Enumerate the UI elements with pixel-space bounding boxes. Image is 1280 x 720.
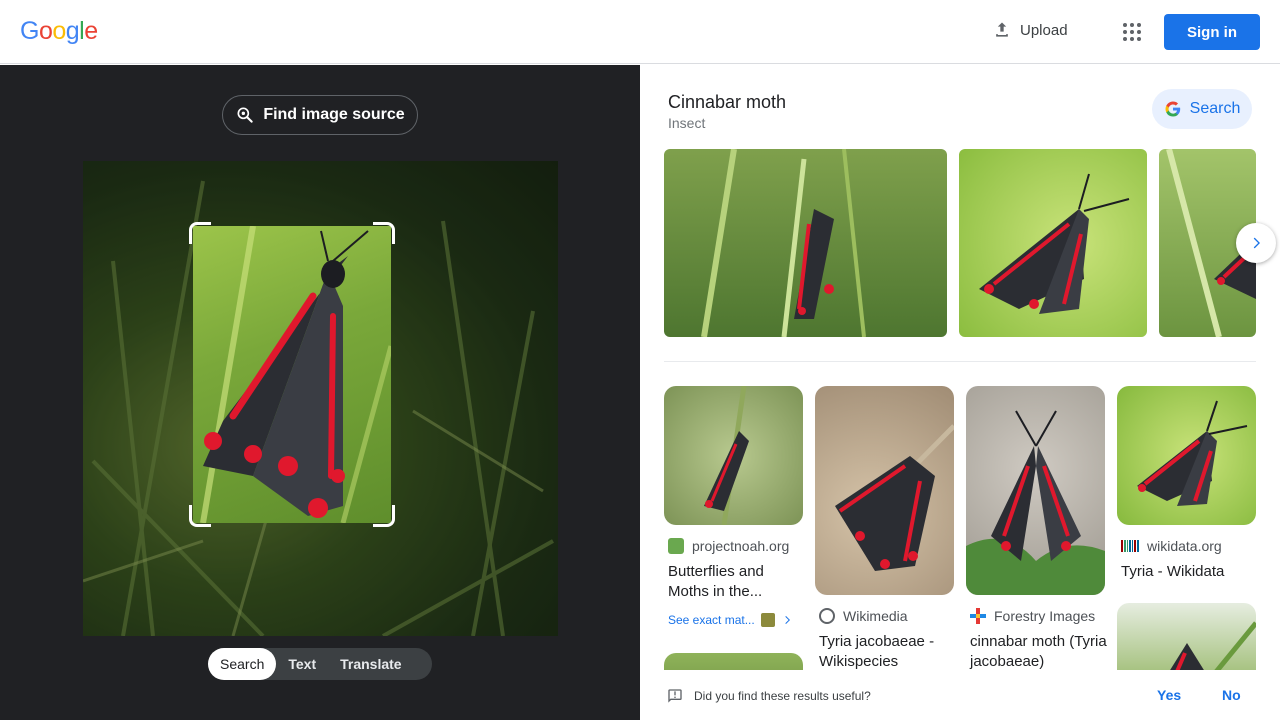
result-source-1[interactable]: projectnoah.org: [668, 538, 789, 554]
results-panel: Cinnabar moth Insect Search projectnoah.…: [640, 65, 1280, 720]
find-image-source-button[interactable]: Find image source: [222, 95, 418, 135]
moth-illustration: [200, 226, 391, 523]
upload-label: Upload: [1020, 21, 1068, 39]
uploaded-photo: [83, 161, 558, 636]
section-divider: [664, 361, 1256, 362]
logo-letter-g: G: [20, 17, 39, 45]
result-title-2[interactable]: Tyria jacobaeae - Wikispecies: [819, 632, 958, 672]
moth-result-thumb-4: [1137, 400, 1248, 506]
moth-result-thumb-1: [704, 386, 749, 525]
lens-search-icon: [237, 107, 254, 123]
lens-image-panel: Find image source Search Text Translate: [0, 65, 640, 720]
result-title-1[interactable]: Butterflies and Moths in the...: [668, 562, 807, 602]
feedback-question: Did you find these results useful?: [694, 689, 871, 703]
entity-search-button[interactable]: Search: [1152, 89, 1252, 129]
sign-in-button[interactable]: Sign in: [1164, 14, 1260, 50]
entity-image-2[interactable]: [959, 149, 1147, 337]
feedback-no-button[interactable]: No: [1222, 687, 1241, 703]
wikidata-icon: [1121, 540, 1139, 552]
chevron-right-icon: [1253, 237, 1260, 249]
moth-on-grass-image: [701, 149, 866, 337]
result-source-4[interactable]: wikidata.org: [1121, 538, 1222, 554]
google-g-icon: [1165, 101, 1180, 117]
result-title-4[interactable]: Tyria - Wikidata: [1121, 562, 1260, 582]
logo-letter-e: e: [84, 17, 98, 45]
crop-handle-bottom-right[interactable]: [373, 505, 395, 527]
wikimedia-icon: [819, 608, 835, 624]
result-image-2[interactable]: [815, 386, 954, 595]
tab-text[interactable]: Text: [276, 648, 328, 680]
moth-result-thumb-2: [835, 424, 954, 571]
tab-search[interactable]: Search: [208, 648, 277, 680]
result-source-3-label: Forestry Images: [994, 608, 1096, 624]
result-image-4[interactable]: [1117, 386, 1256, 525]
crop-handle-top-left[interactable]: [189, 222, 211, 244]
exact-match-thumb-icon: [760, 613, 775, 627]
result-image-1[interactable]: [664, 386, 803, 525]
entity-subtitle: Insect: [668, 115, 706, 131]
result-source-3[interactable]: Forestry Images: [970, 608, 1095, 624]
top-bar: Google Upload Sign in: [0, 0, 1280, 64]
feedback-icon: [668, 689, 682, 703]
crop-handle-top-right[interactable]: [373, 222, 395, 244]
result-source-1-label: projectnoah.org: [692, 538, 790, 554]
moth-on-leaf-image: [979, 173, 1130, 314]
apps-grid-icon[interactable]: [1120, 20, 1144, 44]
next-images-button[interactable]: [1236, 223, 1276, 263]
logo-letter-o1: o: [38, 17, 53, 45]
entity-title[interactable]: Cinnabar moth: [668, 92, 786, 113]
result-source-4-label: wikidata.org: [1147, 538, 1222, 554]
google-logo[interactable]: Google: [20, 17, 98, 46]
apps-dots: [1123, 23, 1141, 41]
chevron-right-small-icon: [785, 616, 790, 624]
lens-mode-tabs: Search Text Translate: [208, 648, 432, 680]
result-source-2[interactable]: Wikimedia: [819, 608, 908, 624]
forestry-images-icon: [970, 608, 986, 624]
entity-search-label: Search: [1189, 100, 1241, 117]
see-exact-label: See exact mat...: [668, 613, 755, 627]
feedback-yes-button[interactable]: Yes: [1157, 687, 1181, 703]
find-source-label: Find image source: [263, 106, 405, 123]
moth-result-thumb-3: [966, 410, 1105, 595]
crop-handle-bottom-left[interactable]: [189, 505, 211, 527]
see-exact-matches-link[interactable]: See exact mat...: [668, 613, 793, 627]
logo-letter-o2: o: [52, 17, 66, 45]
tab-translate[interactable]: Translate: [328, 648, 413, 680]
logo-letter-g2: g: [65, 17, 80, 45]
result-title-3[interactable]: cinnabar moth (Tyria jacobaeae): [970, 632, 1109, 672]
projectnoah-icon: [668, 538, 684, 554]
upload-button[interactable]: Upload: [992, 20, 1068, 40]
result-image-3[interactable]: [966, 386, 1105, 595]
feedback-bar: Did you find these results useful? Yes N…: [640, 670, 1280, 720]
result-source-2-label: Wikimedia: [843, 608, 908, 624]
crop-selection[interactable]: [193, 226, 391, 523]
entity-image-1[interactable]: [664, 149, 947, 337]
upload-icon: [996, 22, 1008, 37]
